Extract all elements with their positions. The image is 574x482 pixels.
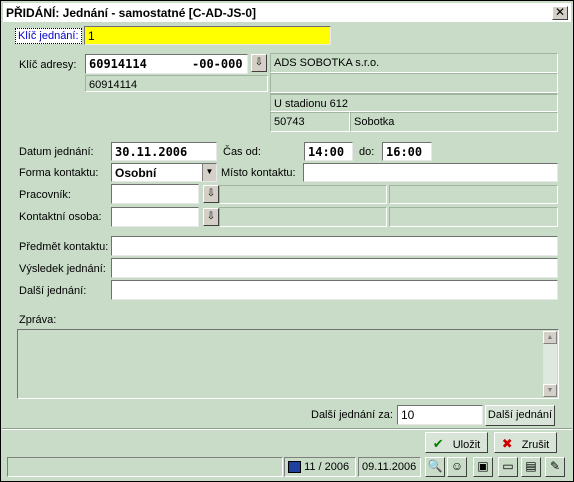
pracovnik-extra-display — [389, 185, 558, 204]
zprava-scrollbar[interactable]: ▲ ▼ — [543, 331, 557, 397]
chevron-down-icon[interactable]: ▼ — [202, 164, 216, 181]
klic-adresy-display: 60914114 — [85, 75, 268, 92]
klic-adresy-label: Klíč adresy: — [19, 59, 77, 71]
cross-icon: ✖ — [501, 436, 513, 451]
kontakt-extra-display — [389, 207, 558, 227]
dalsi-label: Další jednání: — [19, 285, 87, 297]
preview-button[interactable]: 🔍 — [425, 457, 445, 477]
lookup-icon: ⇩ — [206, 188, 216, 199]
lookup-icon: ⇩ — [206, 211, 216, 222]
misto-label: Místo kontaktu: — [221, 167, 296, 179]
user-icon: ☺ — [450, 459, 464, 473]
cas-od-label: Čas od: — [223, 146, 261, 158]
pencil-icon: ✎ — [549, 459, 561, 473]
forma-select[interactable]: Osobní ▼ — [111, 163, 217, 182]
scroll-down-icon[interactable]: ▼ — [543, 384, 557, 397]
predmet-input[interactable] — [111, 236, 558, 256]
calendar-icon — [288, 461, 301, 474]
status-date: 09.11.2006 — [358, 457, 421, 477]
window-title-text: PŘIDÁNÍ: Jednání - samostatné [C-AD-JS-0… — [6, 6, 257, 20]
separator — [2, 428, 572, 430]
dalsi-jednani-button[interactable]: Další jednání — [485, 405, 555, 426]
firma-display: ADS SOBOTKA s.r.o. — [270, 53, 558, 73]
kontaktni-osoba-input[interactable] — [111, 207, 199, 227]
cancel-label: Zrušit — [521, 439, 550, 451]
klic-jednani-input[interactable]: 1 — [84, 26, 331, 45]
window-title: PŘIDÁNÍ: Jednání - samostatné [C-AD-JS-0… — [3, 3, 571, 22]
lookup-address-button[interactable]: ⇩ — [251, 54, 267, 72]
check-icon: ✔ — [432, 436, 444, 451]
klic-jednani-label: Klíč jednání: — [15, 28, 82, 44]
lookup-pracovnik-button[interactable]: ⇩ — [203, 185, 219, 203]
save-button[interactable]: ✔ Uložit — [425, 432, 488, 453]
folder-icon: ▭ — [502, 459, 514, 473]
forma-value: Osobní — [115, 166, 157, 180]
scroll-up-icon[interactable]: ▲ — [543, 331, 557, 344]
status-message — [7, 457, 283, 477]
lookup-kontakt-button[interactable]: ⇩ — [203, 208, 219, 226]
preview-icon: 🔍 — [427, 459, 443, 473]
forma-label: Forma kontaktu: — [19, 167, 99, 179]
pracovnik-input[interactable] — [111, 184, 199, 204]
zprava-label: Zpráva: — [19, 314, 57, 326]
cas-od-input[interactable]: 14:00 — [304, 142, 353, 161]
dalsi-za-input[interactable]: 10 — [397, 405, 483, 425]
edit-button[interactable]: ✎ — [545, 457, 565, 477]
datum-input[interactable]: 30.11.2006 — [111, 142, 217, 161]
kontakt-name-display — [219, 207, 387, 227]
ulice-display: U stadionu 612 — [270, 94, 558, 112]
cancel-button[interactable]: ✖ Zrušit — [494, 432, 557, 453]
vysledek-input[interactable] — [111, 258, 558, 278]
klic-adresy-value: 60914114 — [89, 57, 147, 71]
disk-button[interactable]: ▣ — [473, 457, 493, 477]
save-label: Uložit — [452, 439, 481, 451]
status-period: 11 / 2006 — [284, 457, 356, 477]
dalsi-input[interactable] — [111, 280, 558, 300]
address-line2 — [270, 73, 558, 93]
lookup-icon: ⇩ — [254, 57, 264, 68]
datum-label: Datum jednání: — [19, 146, 94, 158]
klic-adresy-suffix: -00-000 — [192, 57, 243, 71]
user-button[interactable]: ☺ — [447, 457, 467, 477]
cas-do-label: do: — [359, 146, 375, 158]
klic-adresy-input[interactable]: 60914114 -00-000 — [85, 54, 248, 74]
dialog-window: PŘIDÁNÍ: Jednání - samostatné [C-AD-JS-0… — [0, 0, 574, 482]
close-button[interactable]: ✕ — [552, 6, 568, 20]
cas-do-input[interactable]: 16:00 — [382, 142, 432, 161]
zprava-textarea[interactable]: ▲ ▼ — [17, 329, 559, 399]
book-icon: ▤ — [525, 459, 537, 473]
dalsi-za-label: Další jednání za: — [311, 409, 393, 421]
vysledek-label: Výsledek jednání: — [19, 263, 106, 275]
pracovnik-label: Pracovník: — [19, 189, 71, 201]
pracovnik-name-display — [219, 185, 387, 204]
predmet-label: Předmět kontaktu: — [19, 241, 109, 253]
status-period-value: 11 / 2006 — [304, 461, 350, 473]
disk-icon: ▣ — [477, 459, 489, 473]
misto-input[interactable] — [303, 163, 558, 182]
psc-display: 50743 — [270, 112, 350, 132]
mesto-display: Sobotka — [350, 112, 558, 132]
kontaktni-osoba-label: Kontaktní osoba: — [19, 211, 102, 223]
folder-button[interactable]: ▭ — [498, 457, 518, 477]
book-button[interactable]: ▤ — [521, 457, 541, 477]
